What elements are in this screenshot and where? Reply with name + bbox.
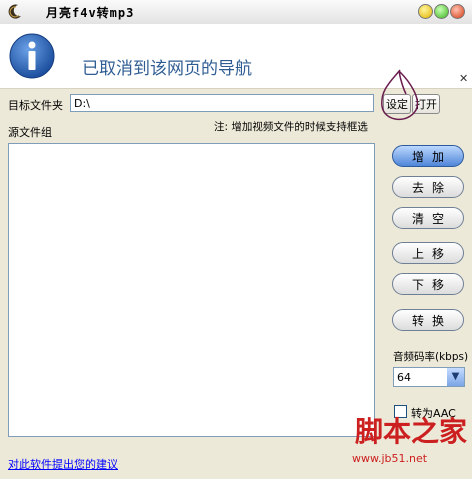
suggestion-link[interactable]: 对此软件提出您的建议 [8, 456, 118, 472]
move-up-button[interactable]: 上移 [392, 242, 464, 264]
bitrate-value: 64 [397, 371, 411, 384]
minimize-icon[interactable] [418, 4, 433, 19]
dismiss-icon[interactable]: ✕ [459, 72, 468, 85]
bitrate-select[interactable]: 64 ▼ [393, 367, 465, 387]
source-file-list[interactable] [8, 143, 375, 437]
navigation-message: 已取消到该网页的导航 [82, 59, 252, 79]
remove-button[interactable]: 去除 [392, 176, 464, 198]
set-folder-button[interactable]: 设定 [383, 94, 411, 114]
target-folder-input[interactable] [70, 94, 374, 112]
clear-button[interactable]: 清空 [392, 207, 464, 229]
watermark-logo: 脚本之家 [355, 415, 468, 448]
move-down-button[interactable]: 下移 [392, 273, 464, 295]
window-title: 月亮f4v转mp3 [46, 6, 135, 20]
navigation-canceled-banner: 已取消到该网页的导航 ✕ [0, 24, 472, 88]
app-window: 月亮f4v转mp3 已取消到该网页的导航 ✕ 目标文件夹 设定 打开 源文件组 … [0, 0, 472, 479]
bitrate-label: 音频码率(kbps) [393, 351, 469, 363]
target-folder-label: 目标文件夹 [8, 99, 63, 112]
watermark-url: www.jb51.net [352, 452, 428, 465]
selection-note: 注: 增加视频文件的时候支持框选 [214, 121, 368, 133]
info-icon [9, 33, 55, 79]
add-button[interactable]: 增加 [392, 145, 464, 167]
moon-app-icon [8, 4, 21, 19]
open-folder-button[interactable]: 打开 [412, 94, 440, 114]
chevron-down-icon[interactable]: ▼ [447, 368, 464, 386]
close-icon[interactable] [450, 4, 465, 19]
convert-button[interactable]: 转换 [392, 309, 464, 331]
title-bar[interactable]: 月亮f4v转mp3 [0, 0, 472, 25]
source-group-label: 源文件组 [8, 126, 52, 139]
maximize-icon[interactable] [434, 4, 449, 19]
